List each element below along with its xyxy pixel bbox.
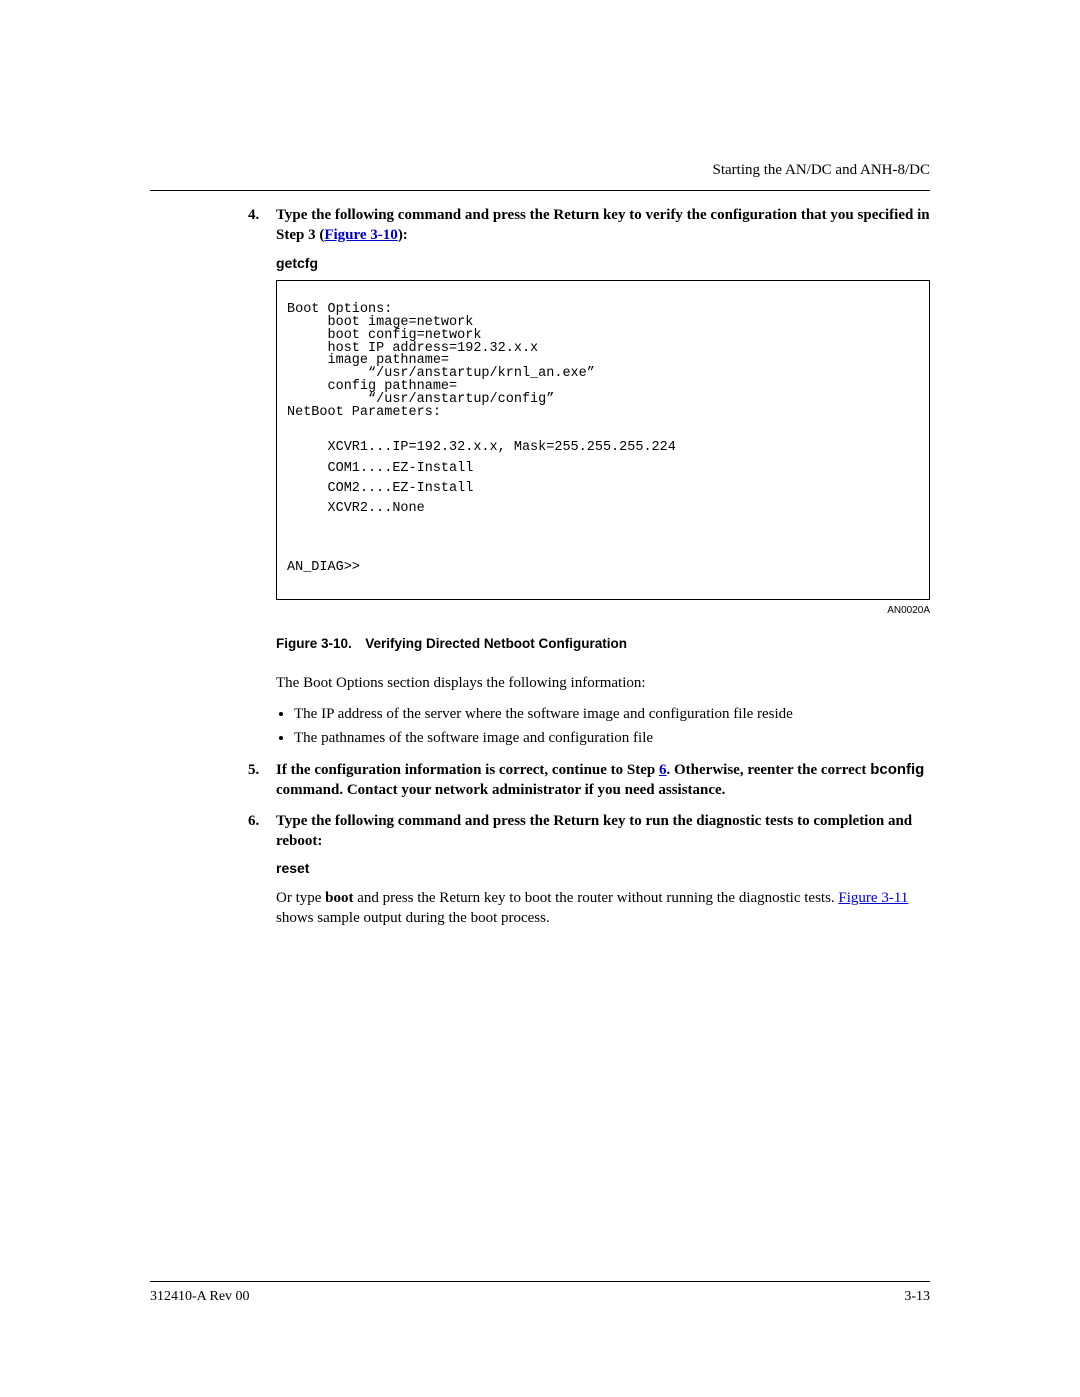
footer-doc-id: 312410-A Rev 00 — [150, 1288, 250, 1307]
terminal-line: XCVR1...IP=192.32.x.x, Mask=255.255.255.… — [287, 440, 676, 455]
bullet-item: The pathnames of the software image and … — [294, 728, 930, 748]
figure-caption: Figure 3-10. Verifying Directed Netboot … — [276, 635, 930, 653]
link-figure-3-10[interactable]: Figure 3-10 — [324, 227, 397, 243]
terminal-prompt: AN_DIAG>> — [287, 560, 360, 575]
step-4-paren-close: ): — [398, 227, 408, 243]
step-4-text: Type the following command and press the… — [276, 207, 930, 243]
command-getcfg: getcfg — [276, 254, 930, 273]
footer-rule — [150, 1281, 930, 1282]
link-figure-3-11[interactable]: Figure 3-11 — [838, 890, 908, 906]
step-6: 6. Type the following command and press … — [248, 811, 930, 852]
footer-row: 312410-A Rev 00 3-13 — [150, 1288, 930, 1307]
terminal-blank — [287, 534, 919, 546]
paragraph-boot-alt: Or type boot and press the Return key to… — [276, 888, 930, 929]
terminal-line: COM1....EZ-Install — [287, 461, 473, 476]
step-number: 4. — [248, 205, 259, 225]
terminal-group-2: XCVR1...IP=192.32.x.x, Mask=255.255.255.… — [287, 438, 919, 519]
step-5-text-a: If the configuration information is corr… — [276, 762, 659, 778]
header-rule — [150, 190, 930, 191]
p2-text-b: and press the Return key to boot the rou… — [354, 890, 839, 906]
step-list-cont: 5. If the configuration information is c… — [248, 760, 930, 851]
terminal-line: NetBoot Parameters: — [287, 405, 441, 420]
terminal-group-1: Boot Options: boot image=network boot co… — [287, 304, 919, 419]
step-4: 4. Type the following command and press … — [248, 205, 930, 246]
boot-keyword: boot — [325, 890, 353, 906]
step-5: 5. If the configuration information is c… — [248, 760, 930, 801]
step-number: 6. — [248, 811, 259, 831]
bullet-item: The IP address of the server where the s… — [294, 704, 930, 724]
p2-text-c: shows sample output during the boot proc… — [276, 910, 550, 926]
step-number: 5. — [248, 760, 259, 780]
step-5-text-c: command. Contact your network administra… — [276, 782, 725, 798]
command-reset: reset — [276, 859, 930, 878]
step-list: 4. Type the following command and press … — [248, 205, 930, 246]
step-5-text-b: . Otherwise, reenter the correct — [667, 762, 871, 778]
terminal-output-box: Boot Options: boot image=network boot co… — [276, 280, 930, 599]
page: Starting the AN/DC and ANH-8/DC 4. Type … — [0, 0, 1080, 1397]
step-5-cmd-word: bconfig — [870, 761, 924, 778]
figure-small-id: AN0020A — [276, 604, 930, 618]
footer-page-number: 3-13 — [904, 1288, 930, 1307]
terminal-line: XCVR2...None — [287, 501, 425, 516]
paragraph-boot-options-intro: The Boot Options section displays the fo… — [276, 673, 930, 693]
terminal-line: COM2....EZ-Install — [287, 481, 473, 496]
step-5-text: If the configuration information is corr… — [276, 762, 924, 798]
link-step-6[interactable]: 6 — [659, 762, 667, 778]
page-footer: 312410-A Rev 00 3-13 — [150, 1281, 930, 1307]
step-6-text: Type the following command and press the… — [276, 813, 912, 849]
bullet-list: The IP address of the server where the s… — [276, 704, 930, 749]
p2-text-a: Or type — [276, 890, 325, 906]
running-header: Starting the AN/DC and ANH-8/DC — [150, 160, 930, 180]
content-area: 4. Type the following command and press … — [248, 205, 930, 939]
